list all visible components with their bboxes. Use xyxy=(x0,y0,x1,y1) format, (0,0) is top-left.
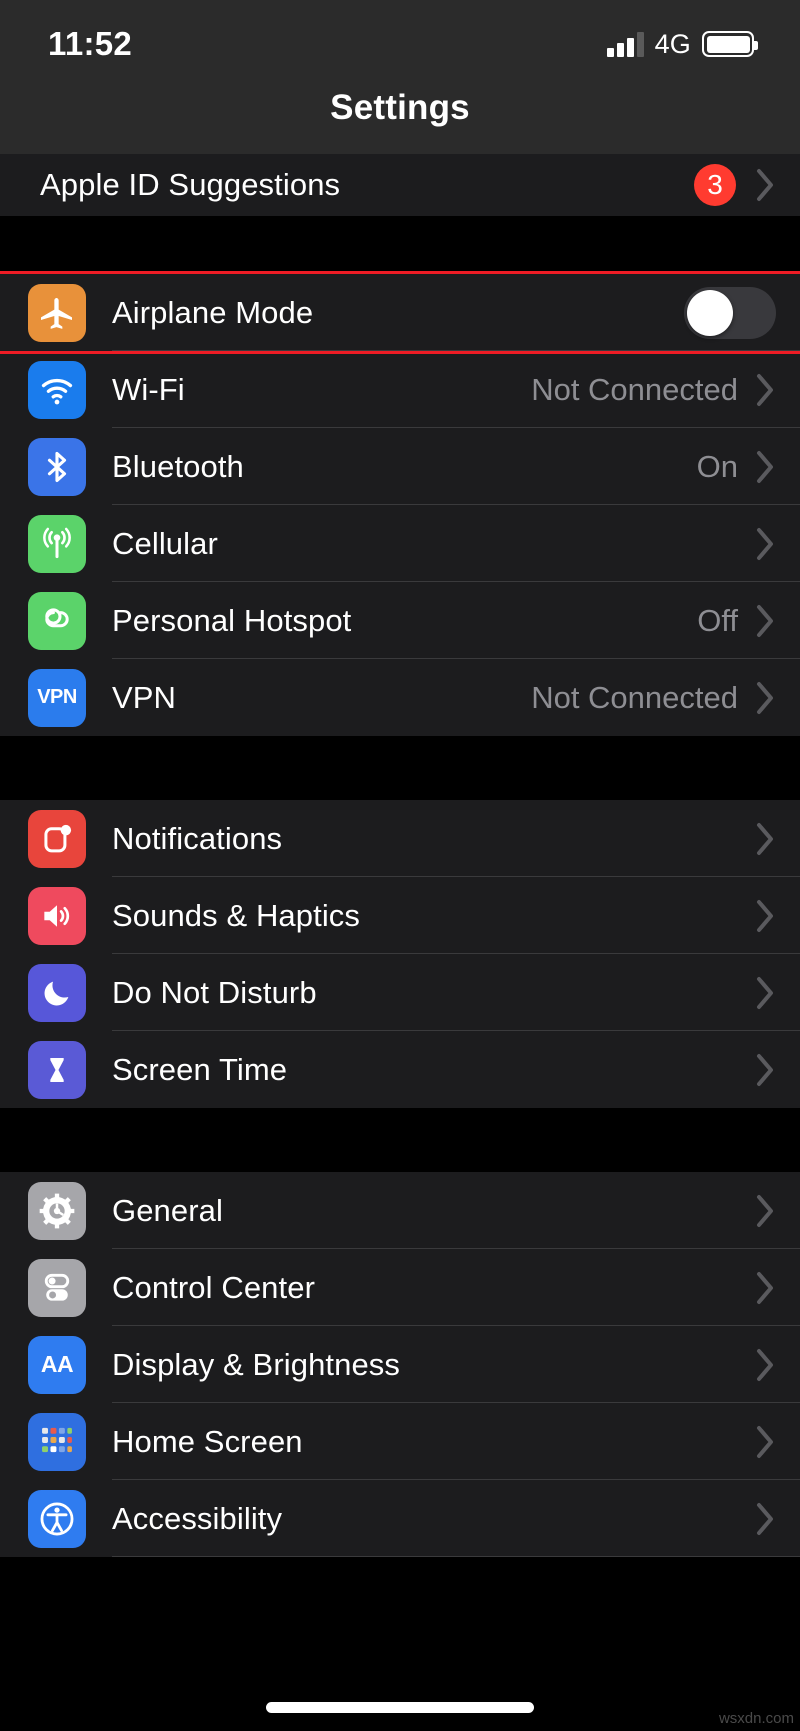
chevron-right-icon xyxy=(756,1194,776,1228)
chevron-right-icon xyxy=(756,168,776,202)
row-label: Bluetooth xyxy=(112,448,244,484)
settings-row-screen-time[interactable]: Screen Time xyxy=(0,1031,800,1108)
row-label: Display & Brightness xyxy=(112,1346,401,1382)
settings-row-general[interactable]: General xyxy=(0,1172,800,1249)
settings-row-control-center[interactable]: Control Center xyxy=(0,1249,800,1326)
settings-list[interactable]: Apple ID Suggestions 3 Airplane Mode Wi-… xyxy=(0,154,800,1731)
row-label: Airplane Mode xyxy=(112,294,314,330)
hourglass-icon xyxy=(28,1040,86,1099)
row-label: Do Not Disturb xyxy=(112,974,317,1010)
row-label: Personal Hotspot xyxy=(112,602,352,638)
toggle-knob xyxy=(687,289,733,336)
row-label: Sounds & Haptics xyxy=(112,897,361,933)
status-bar: 11:52 4G xyxy=(0,0,800,88)
settings-row-notifications[interactable]: Notifications xyxy=(0,800,800,877)
battery-full-icon xyxy=(702,31,758,57)
moon-icon xyxy=(28,963,86,1022)
control-center-icon xyxy=(28,1258,86,1317)
page-title: Settings xyxy=(330,88,470,127)
row-label: Wi-Fi xyxy=(112,371,185,407)
settings-screen: 11:52 4G Settings Apple ID Suggestions 3 xyxy=(0,0,800,1731)
row-label: Screen Time xyxy=(112,1051,288,1087)
signal-bars-icon xyxy=(606,31,644,57)
chevron-right-icon xyxy=(756,976,776,1010)
chevron-right-icon xyxy=(756,1053,776,1087)
settings-row-personal-hotspot[interactable]: Personal Hotspot Off xyxy=(0,582,800,659)
row-label: Accessibility xyxy=(112,1500,283,1536)
bluetooth-icon xyxy=(28,437,86,496)
row-label: Home Screen xyxy=(112,1423,303,1459)
row-label: General xyxy=(112,1192,223,1228)
settings-row-apple-id-suggestions[interactable]: Apple ID Suggestions 3 xyxy=(0,154,800,216)
chevron-right-icon xyxy=(756,1348,776,1382)
group-spacer xyxy=(0,736,800,800)
home-screen-grid-icon xyxy=(28,1412,86,1471)
chevron-right-icon xyxy=(756,681,776,715)
settings-row-wi-fi[interactable]: Wi-Fi Not Connected xyxy=(0,351,800,428)
chevron-right-icon xyxy=(756,899,776,933)
accessibility-icon xyxy=(28,1489,86,1548)
settings-row-cellular[interactable]: Cellular xyxy=(0,505,800,582)
row-value: On xyxy=(696,448,738,484)
cellular-antenna-icon xyxy=(28,514,86,573)
settings-row-accessibility[interactable]: Accessibility xyxy=(0,1480,800,1557)
status-bar-indicators: 4G xyxy=(606,28,758,60)
status-badge: 3 xyxy=(694,164,736,206)
settings-row-display-brightness[interactable]: AA Display & Brightness xyxy=(0,1326,800,1403)
row-value: Not Connected xyxy=(531,679,738,715)
settings-row-home-screen[interactable]: Home Screen xyxy=(0,1403,800,1480)
vpn-icon: VPN xyxy=(28,668,86,727)
airplane-mode-toggle[interactable] xyxy=(684,286,776,339)
home-indicator[interactable] xyxy=(266,1702,534,1713)
row-separator xyxy=(112,1555,800,1557)
row-value: Off xyxy=(697,602,738,638)
chevron-right-icon xyxy=(756,373,776,407)
display-icon-text: AA xyxy=(40,1351,74,1377)
apple-id-group: Apple ID Suggestions 3 xyxy=(0,154,800,216)
row-value: Not Connected xyxy=(531,371,738,407)
row-label: Notifications xyxy=(112,820,283,856)
network-type-label: 4G xyxy=(654,28,691,59)
settings-row-airplane-mode[interactable]: Airplane Mode xyxy=(0,274,800,351)
row-label: Apple ID Suggestions xyxy=(40,167,341,202)
row-label: Control Center xyxy=(112,1269,315,1305)
notifications-group: Notifications Sounds & Haptics Do Not Di… xyxy=(0,800,800,1108)
group-spacer xyxy=(0,216,800,274)
hotspot-link-icon xyxy=(28,591,86,650)
display-aa-icon: AA xyxy=(28,1335,86,1394)
notifications-icon xyxy=(28,809,86,868)
chevron-right-icon xyxy=(756,822,776,856)
vpn-icon-text: VPN xyxy=(37,686,77,708)
chevron-right-icon xyxy=(756,527,776,561)
chevron-right-icon xyxy=(756,1502,776,1536)
speaker-icon xyxy=(28,886,86,945)
chevron-right-icon xyxy=(756,1271,776,1305)
settings-row-sounds-haptics[interactable]: Sounds & Haptics xyxy=(0,877,800,954)
navigation-bar: Settings xyxy=(0,88,800,154)
wifi-icon xyxy=(28,360,86,419)
chevron-right-icon xyxy=(756,450,776,484)
connectivity-group: Airplane Mode Wi-Fi Not Connected Blueto… xyxy=(0,274,800,736)
chevron-right-icon xyxy=(756,604,776,638)
general-group: General Control Center AA Display & Brig… xyxy=(0,1172,800,1557)
settings-row-vpn[interactable]: VPN VPN Not Connected xyxy=(0,659,800,736)
settings-row-do-not-disturb[interactable]: Do Not Disturb xyxy=(0,954,800,1031)
row-label: VPN xyxy=(112,679,177,715)
row-separator xyxy=(112,349,800,351)
status-bar-time: 11:52 xyxy=(48,25,133,62)
settings-row-bluetooth[interactable]: Bluetooth On xyxy=(0,428,800,505)
gear-icon xyxy=(28,1181,86,1240)
airplane-icon xyxy=(28,283,86,342)
row-label: Cellular xyxy=(112,525,218,561)
watermark: wsxdn.com xyxy=(718,1710,794,1727)
group-spacer xyxy=(0,1108,800,1172)
chevron-right-icon xyxy=(756,1425,776,1459)
